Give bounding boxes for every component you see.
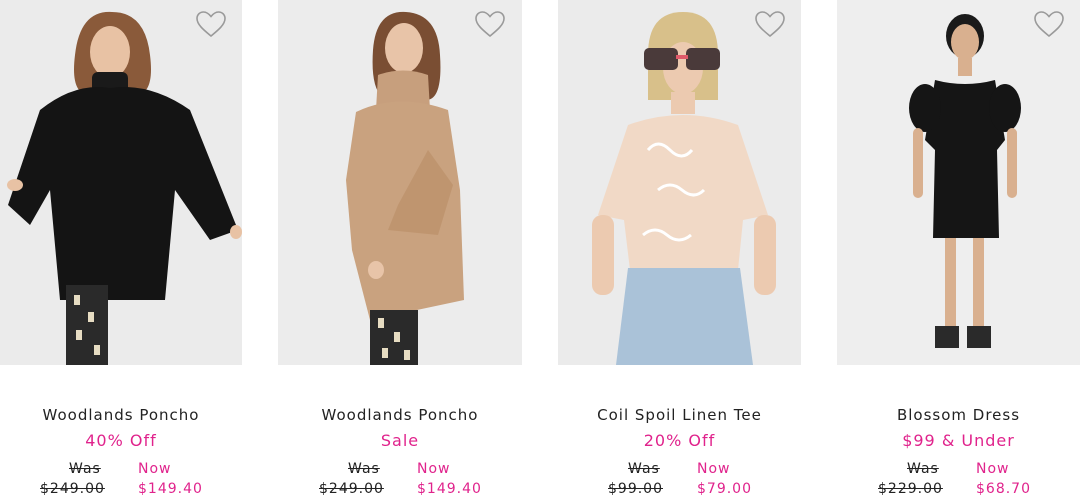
now-label: Now — [697, 461, 731, 477]
promo-label: 20% Off — [643, 431, 716, 450]
price-block: Was Now $99.00 $79.00 — [558, 457, 801, 502]
heart-icon[interactable] — [1033, 10, 1065, 38]
product-photo-black-dress — [837, 0, 1080, 365]
now-label: Now — [417, 461, 451, 477]
was-label: Was — [69, 461, 101, 477]
now-price: $68.70 — [976, 481, 1031, 497]
promo-label: $99 & Under — [902, 431, 1015, 450]
now-price: $79.00 — [697, 481, 752, 497]
product-info: Blossom Dress $99 & Under — [837, 405, 1080, 451]
product-photo-black-poncho — [0, 0, 242, 365]
product-name[interactable]: Coil Spoil Linen Tee — [558, 405, 801, 425]
was-price: $249.00 — [40, 481, 105, 497]
promo-label: Sale — [380, 431, 420, 450]
was-price: $99.00 — [608, 481, 663, 497]
product-info: Woodlands Poncho Sale — [278, 405, 522, 451]
product-card[interactable]: Woodlands Poncho 40% Off Was Now $249.00… — [0, 0, 242, 503]
product-photo-linen-tee — [558, 0, 801, 365]
product-image[interactable] — [837, 0, 1080, 365]
was-label: Was — [348, 461, 380, 477]
product-card[interactable]: Woodlands Poncho Sale Was Now $249.00 $1… — [278, 0, 522, 503]
product-info: Woodlands Poncho 40% Off — [0, 405, 242, 451]
product-image[interactable] — [278, 0, 522, 365]
was-price: $229.00 — [878, 481, 943, 497]
product-info: Coil Spoil Linen Tee 20% Off — [558, 405, 801, 451]
price-block: Was Now $249.00 $149.40 — [0, 457, 242, 502]
promo-label: 40% Off — [85, 431, 157, 450]
heart-icon[interactable] — [195, 10, 227, 38]
product-name[interactable]: Blossom Dress — [837, 405, 1080, 425]
now-label: Now — [138, 461, 172, 477]
now-label: Now — [976, 461, 1010, 477]
product-card[interactable]: Coil Spoil Linen Tee 20% Off Was Now $99… — [558, 0, 801, 503]
price-block: Was Now $249.00 $149.40 — [278, 457, 522, 502]
product-photo-camel-poncho — [278, 0, 522, 365]
product-name[interactable]: Woodlands Poncho — [0, 405, 242, 425]
product-name[interactable]: Woodlands Poncho — [278, 405, 522, 425]
product-grid: Woodlands Poncho 40% Off Was Now $249.00… — [0, 0, 1080, 503]
was-price: $249.00 — [319, 481, 384, 497]
now-price: $149.40 — [138, 481, 203, 497]
product-image[interactable] — [0, 0, 242, 365]
price-block: Was Now $229.00 $68.70 — [837, 457, 1080, 502]
was-label: Was — [907, 461, 939, 477]
heart-icon[interactable] — [474, 10, 506, 38]
was-label: Was — [628, 461, 660, 477]
now-price: $149.40 — [417, 481, 482, 497]
product-image[interactable] — [558, 0, 801, 365]
heart-icon[interactable] — [754, 10, 786, 38]
product-card[interactable]: Blossom Dress $99 & Under Was Now $229.0… — [837, 0, 1080, 503]
